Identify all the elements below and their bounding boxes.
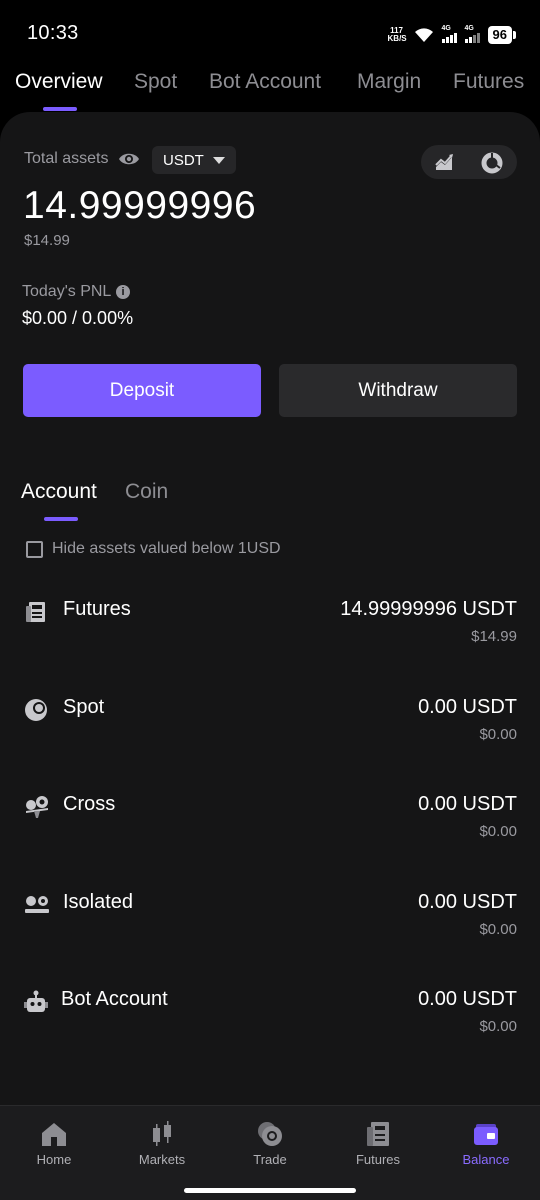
tab-bot-account[interactable]: Bot Account [209, 70, 321, 94]
account-usd-value: $0.00 [479, 823, 517, 840]
tab-account[interactable]: Account [21, 480, 97, 504]
nav-home[interactable]: Home [0, 1106, 108, 1186]
eye-icon[interactable] [118, 151, 140, 167]
futures-icon [26, 602, 45, 622]
tab-overview[interactable]: Overview [15, 70, 103, 94]
wallet-icon [474, 1124, 498, 1145]
currency-select[interactable]: USDT [152, 146, 236, 174]
account-row-isolated[interactable]: Isolated 0.00 USDT $0.00 [0, 891, 540, 961]
account-usd-value: $14.99 [471, 628, 517, 645]
account-usd-value: $0.00 [479, 921, 517, 938]
nav-label: Balance [462, 1152, 510, 1167]
signal-2-label: 4G [464, 25, 474, 32]
account-amount: 14.99999996 USDT [340, 598, 517, 620]
tab-margin[interactable]: Margin [357, 70, 421, 94]
account-name: Isolated [63, 891, 134, 913]
wifi-icon [414, 28, 433, 42]
signal-1-icon: 4G [441, 25, 457, 43]
account-name: Spot [63, 696, 105, 718]
account-row-bot[interactable]: Bot Account 0.00 USDT $0.00 [0, 988, 540, 1058]
nav-markets[interactable]: Markets [108, 1106, 216, 1186]
active-tab-indicator [43, 107, 77, 111]
cross-margin-icon [26, 796, 48, 818]
nav-balance[interactable]: Balance [432, 1106, 540, 1186]
overview-panel: Total assets USDT 14.99999996 $14.99 Tod… [0, 112, 540, 1105]
home-indicator[interactable] [184, 1188, 356, 1193]
network-speed-unit: KB/S [387, 34, 407, 43]
hide-small-assets-checkbox[interactable] [26, 541, 43, 558]
line-chart-icon[interactable] [435, 153, 455, 171]
status-icons: 117 KB/S 4G 4G 96 [387, 24, 517, 46]
trade-icon [258, 1122, 282, 1146]
pnl-label: Today's PNL [22, 283, 112, 300]
battery-indicator: 96 [487, 26, 517, 44]
nav-label: Home [36, 1152, 72, 1167]
pie-chart-icon[interactable] [481, 152, 503, 174]
info-icon[interactable]: i [116, 285, 130, 299]
home-icon [42, 1123, 66, 1146]
nav-trade[interactable]: Trade [216, 1106, 324, 1186]
chart-toggle[interactable] [421, 145, 517, 179]
spot-coin-icon [25, 699, 47, 721]
total-assets-value: 14.99999996 [23, 184, 257, 227]
currency-value: USDT [163, 151, 204, 169]
tab-spot[interactable]: Spot [134, 70, 177, 94]
total-assets-label: Total assets [24, 150, 109, 167]
nav-label: Markets [138, 1152, 186, 1167]
top-tabs: Overview Spot Bot Account Margin Futures [0, 64, 540, 112]
status-time: 10:33 [27, 22, 79, 44]
signal-2-icon: 4G [464, 25, 480, 43]
sub-tab-indicator [44, 517, 78, 521]
isolated-margin-icon [25, 896, 49, 913]
account-name: Bot Account [61, 988, 168, 1010]
bottom-nav: Home Markets Trade Futures Balance [0, 1105, 540, 1200]
account-usd-value: $0.00 [479, 1018, 517, 1035]
hide-small-assets-label[interactable]: Hide assets valued below 1USD [52, 540, 281, 558]
chevron-down-icon [213, 157, 225, 164]
nav-label: Trade [253, 1152, 287, 1167]
account-amount: 0.00 USDT [418, 988, 517, 1010]
account-row-cross[interactable]: Cross 0.00 USDT $0.00 [0, 793, 540, 863]
status-bar: 10:33 117 KB/S 4G 4G 96 [0, 0, 540, 64]
deposit-button[interactable]: Deposit [23, 364, 261, 417]
network-speed: 117 KB/S [387, 27, 407, 43]
robot-icon [24, 990, 48, 1012]
tab-coin[interactable]: Coin [125, 480, 168, 504]
account-amount: 0.00 USDT [418, 696, 517, 718]
nav-label: Futures [355, 1152, 401, 1167]
account-name: Cross [63, 793, 116, 815]
signal-1-label: 4G [441, 25, 451, 32]
account-usd-value: $0.00 [479, 726, 517, 743]
withdraw-button[interactable]: Withdraw [279, 364, 517, 417]
total-assets-usd: $14.99 [24, 232, 70, 249]
account-amount: 0.00 USDT [418, 891, 517, 913]
account-row-futures[interactable]: Futures 14.99999996 USDT $14.99 [0, 598, 540, 668]
nav-futures[interactable]: Futures [324, 1106, 432, 1186]
tab-futures[interactable]: Futures [453, 70, 524, 94]
pnl-value: $0.00 / 0.00% [22, 308, 134, 328]
account-name: Futures [63, 598, 131, 620]
account-amount: 0.00 USDT [418, 793, 517, 815]
candlestick-icon [153, 1121, 171, 1146]
account-row-spot[interactable]: Spot 0.00 USDT $0.00 [0, 696, 540, 766]
futures-icon [367, 1122, 389, 1146]
